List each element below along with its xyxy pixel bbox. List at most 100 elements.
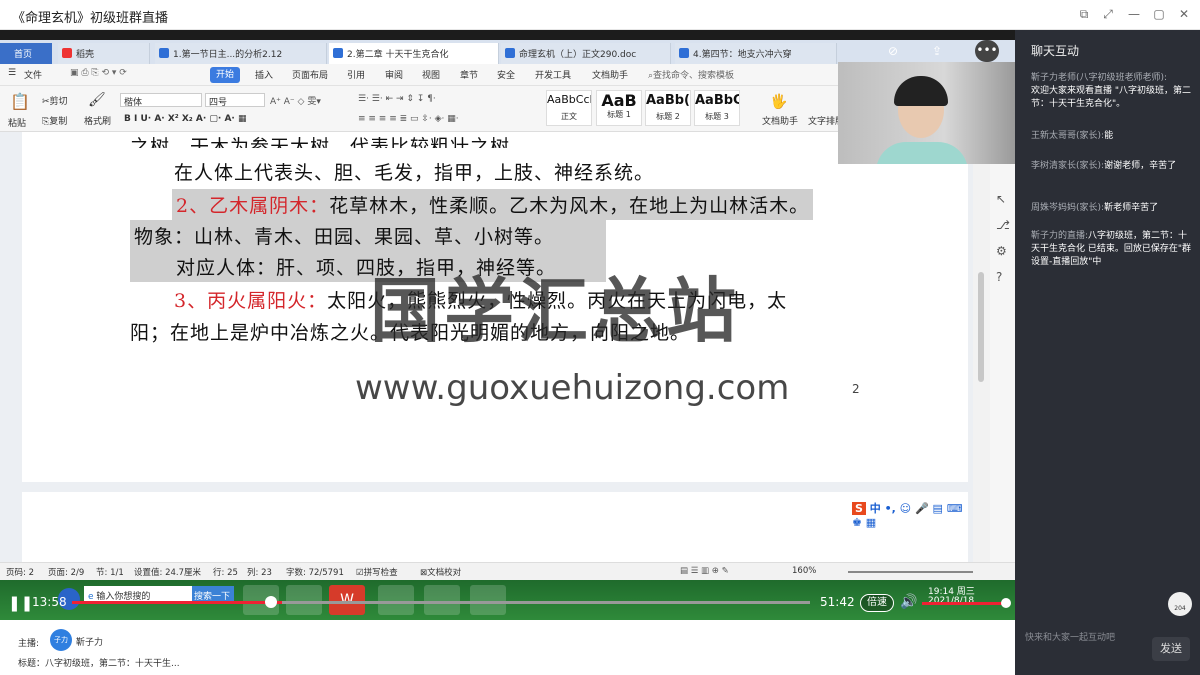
style-heading-2[interactable]: AaBb(标题 2 (645, 90, 691, 126)
window-title-bar: 《命理玄机》初级班群直播 ⧉ ⤢ — ▢ ✕ (0, 0, 1200, 30)
tab-doc-4[interactable]: 4.第四节：地支六冲六穿 (675, 43, 837, 64)
send-button[interactable]: 发送 (1152, 637, 1190, 661)
menu-start[interactable]: 开始 (210, 67, 240, 83)
menu-section[interactable]: 章节 (460, 68, 478, 81)
progress-handle[interactable] (265, 596, 277, 608)
status-page: 页码: 2 (6, 568, 34, 578)
list-tools[interactable]: ☰· ☰· ⇤ ⇥ ⇕ ↧ ¶· (358, 94, 436, 104)
scroll-thumb[interactable] (978, 272, 984, 382)
pause-icon[interactable]: ❚❚ (8, 594, 33, 612)
menu-security[interactable]: 安全 (497, 68, 515, 81)
minimize-icon[interactable]: — (1126, 6, 1142, 22)
status-setting: 设置值: 24.7厘米 (134, 568, 201, 578)
page-number: 2 (852, 382, 860, 396)
align-tools[interactable]: ≡ ≡ ≡ ≡ ≣ ▭ ⇳· ◈· ▦· (358, 114, 459, 124)
quick-access-icons[interactable]: ▣ ⎙ ⎘ ⟲ ▾ ⟳ (70, 68, 127, 78)
progress-remaining[interactable] (282, 601, 810, 604)
volume-icon[interactable]: 🔊 (900, 594, 917, 610)
style-heading-3[interactable]: AaBbC 标题 3 (694, 90, 740, 126)
host-info-bar: 主播: 子力 靳子力 标题：八字初级班，第二节：十天干生... (0, 620, 1015, 675)
paste-icon[interactable]: 📋 (10, 92, 30, 111)
format-painter-icon[interactable]: 🖌 (88, 92, 106, 108)
scissors-icon: ✂ (42, 97, 50, 107)
watermark-text: 国学汇总站 (370, 270, 740, 352)
chat-input[interactable]: 快来和大家一起互动吧 (1025, 630, 1115, 643)
speed-button[interactable]: 倍速 (860, 594, 894, 612)
paste-button[interactable]: 粘贴 (8, 116, 26, 129)
chat-message: 靳子力老师(八字初级班老师老师): 欢迎大家来观看直播 "八字初级班，第二节：十天… (1031, 73, 1192, 109)
copy-button[interactable]: ⎘复制 (42, 114, 67, 127)
window-title: 《命理玄机》初级班群直播 (12, 11, 169, 26)
popout-icon[interactable]: ⧉ (1076, 6, 1092, 22)
ime-toolbar[interactable]: S 中 •, ☺ 🎤 ▤ ⌨ ♚ ▦ (852, 500, 968, 529)
progress-played[interactable] (72, 601, 282, 604)
doc-proof-button[interactable]: ⊠文档校对 (420, 566, 461, 578)
menu-view[interactable]: 视图 (422, 68, 440, 81)
tab-doc-1[interactable]: 1.第一节日主...的分析2.12 (155, 43, 327, 64)
menu-insert[interactable]: 插入 (255, 68, 273, 81)
style-heading-1[interactable]: AaB 标题 1 (596, 90, 642, 126)
document-page-next[interactable]: S 中 •, ☺ 🎤 ▤ ⌨ ♚ ▦ (22, 492, 968, 562)
host-label: 主播: (18, 639, 40, 649)
cut-button[interactable]: ✂剪切 (42, 94, 68, 107)
status-words[interactable]: 字数: 72/5791 (286, 566, 344, 578)
menu-dev-tools[interactable]: 开发工具 (535, 68, 571, 81)
help-icon[interactable]: ? (996, 270, 1002, 284)
cursor-tool-icon[interactable]: ↖ (996, 192, 1006, 206)
status-section: 节: 1/1 (96, 568, 124, 578)
volume-handle[interactable] (1001, 598, 1011, 608)
stream-topic: 标题：八字初级班，第二节：十天干生... (18, 659, 180, 669)
avatar[interactable]: 子力 (50, 629, 72, 651)
viewer-count-badge[interactable]: 204 (1168, 592, 1192, 616)
chat-message: 靳子力的直播:八字初级班，第二节：十天干生克合化 已结束。回放已保存在"群设置-… (1031, 231, 1192, 267)
format-painter-button[interactable]: 格式刷 (84, 114, 111, 127)
right-side-tools: ↖ ⎇ ⚙ ? (990, 132, 1015, 562)
webcam-feed (838, 62, 1015, 164)
maximize-icon[interactable]: ▢ (1151, 6, 1167, 22)
tab-daoke[interactable]: 稻壳 (58, 43, 150, 64)
font-size-tools[interactable]: A⁺ A⁻ ◇ 雯▾ (270, 94, 321, 107)
command-search[interactable]: ⌕查找命令、搜索模板 (648, 68, 734, 81)
volume-slider[interactable] (922, 602, 1006, 605)
share-screen-icon[interactable]: ⇪ (932, 44, 942, 58)
doc-assistant-button[interactable]: 文档助手 (762, 114, 798, 127)
chat-message: 王新太哥哥(家长):能 (1031, 131, 1114, 141)
share-icon[interactable]: ⎇ (996, 218, 1010, 232)
menu-references[interactable]: 引用 (347, 68, 365, 81)
spell-check-button[interactable]: ☑拼写检查 (356, 566, 398, 578)
view-mode-icons[interactable]: ▤ ☰ ▥ ⊕ ✎ (680, 566, 729, 576)
doc-line: 2、乙木属阴木：花草林木，性柔顺。乙木为风木，在地上为山林活木。 (172, 189, 814, 220)
style-normal[interactable]: AaBbCcDd正文 (546, 90, 592, 126)
menu-doc-assistant[interactable]: 文档助手 (592, 68, 628, 81)
vertical-scrollbar[interactable] (973, 132, 990, 562)
chat-message: 周姝岑妈妈(家长):靳老师辛苦了 (1031, 203, 1159, 213)
tab-home[interactable]: 首页 (0, 43, 52, 64)
tab-doc-2[interactable]: 2.第二章 十天干生克合化 (329, 43, 499, 64)
settings-icon[interactable]: ⚙ (996, 244, 1007, 258)
chat-panel: 聊天互动 靳子力老师(八字初级班老师老师): 欢迎大家来观看直播 "八字初级班，第… (1015, 30, 1200, 675)
status-col: 列: 23 (247, 568, 272, 578)
menu-file[interactable]: 文件 (24, 68, 42, 81)
doc-assistant-icon[interactable]: 🖐 (770, 94, 787, 110)
fullscreen-icon[interactable]: ⤢ (1100, 6, 1116, 22)
tab-doc-3[interactable]: 命理玄机（上）正文290.doc (501, 43, 671, 64)
chat-message: 李树清家长(家长):谢谢老师，辛苦了 (1031, 161, 1177, 171)
doc-line: 在人体上代表头、胆、毛发，指甲，上肢、神经系统。 (174, 162, 655, 184)
menu-layout[interactable]: 页面布局 (292, 68, 328, 81)
more-options-icon[interactable]: ••• (975, 40, 999, 62)
close-icon[interactable]: ✕ (1176, 6, 1192, 22)
mic-off-icon[interactable]: ⊘ (888, 44, 898, 58)
menu-review[interactable]: 审阅 (385, 68, 403, 81)
hamburger-icon[interactable]: ☰ (8, 68, 16, 78)
status-pages: 页面: 2/9 (48, 568, 85, 578)
host-name[interactable]: 靳子力 (76, 635, 103, 648)
text-format-tools[interactable]: B I U· A· X² X₂ A· ▢· A· ▦ (124, 114, 246, 124)
doc-line: 物象：山林、青木、田园、果园、草、小树等。 (130, 220, 606, 251)
sogou-icon: S (852, 502, 866, 515)
zoom-level[interactable]: 160% (792, 566, 816, 576)
total-time: 51:42 (820, 595, 855, 609)
font-family-select[interactable]: 楷体 (120, 93, 202, 108)
font-size-select[interactable]: 四号 (205, 93, 265, 108)
zoom-slider[interactable] (848, 571, 973, 573)
chat-title: 聊天互动 (1031, 44, 1080, 58)
